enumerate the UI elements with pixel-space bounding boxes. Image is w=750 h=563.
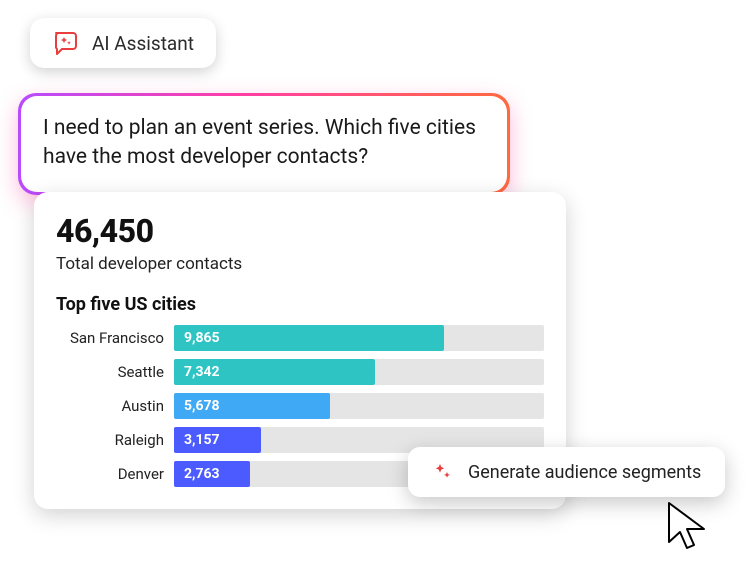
bar-category-label: Seattle — [56, 363, 164, 381]
bar-category-label: San Francisco — [56, 329, 164, 347]
prompt-bubble: I need to plan an event series. Which fi… — [18, 93, 510, 195]
metric-value: 46,450 — [56, 212, 544, 250]
bar-value-label: 3,157 — [184, 432, 220, 448]
chart-title: Top five US cities — [56, 294, 544, 315]
bar-value-label: 7,342 — [184, 364, 220, 380]
bar-track: 7,342 — [174, 359, 544, 385]
bar-track: 5,678 — [174, 393, 544, 419]
bar-category-label: Denver — [56, 465, 164, 483]
bar-fill: 9,865 — [174, 325, 444, 351]
bar-value-label: 2,763 — [184, 466, 220, 482]
sparkle-chat-icon — [52, 30, 80, 56]
bar-row: Austin 5,678 — [56, 393, 544, 419]
bar-track: 9,865 — [174, 325, 544, 351]
ai-assistant-label: AI Assistant — [92, 32, 194, 55]
bar-fill: 7,342 — [174, 359, 375, 385]
bar-row: San Francisco 9,865 — [56, 325, 544, 351]
bar-value-label: 5,678 — [184, 398, 220, 414]
bar-fill: 3,157 — [174, 427, 261, 453]
bar-value-label: 9,865 — [184, 330, 220, 346]
bar-category-label: Raleigh — [56, 431, 164, 449]
prompt-text: I need to plan an event series. Which fi… — [43, 114, 485, 172]
generate-segments-button[interactable]: Generate audience segments — [408, 447, 725, 497]
bar-fill: 5,678 — [174, 393, 330, 419]
ai-assistant-pill[interactable]: AI Assistant — [30, 18, 216, 68]
bar-fill: 2,763 — [174, 461, 250, 487]
generate-segments-label: Generate audience segments — [468, 462, 701, 483]
bar-row: Seattle 7,342 — [56, 359, 544, 385]
bar-category-label: Austin — [56, 397, 164, 415]
cursor-icon — [666, 500, 712, 554]
metric-label: Total developer contacts — [56, 254, 544, 274]
sparkle-icon — [432, 461, 454, 483]
